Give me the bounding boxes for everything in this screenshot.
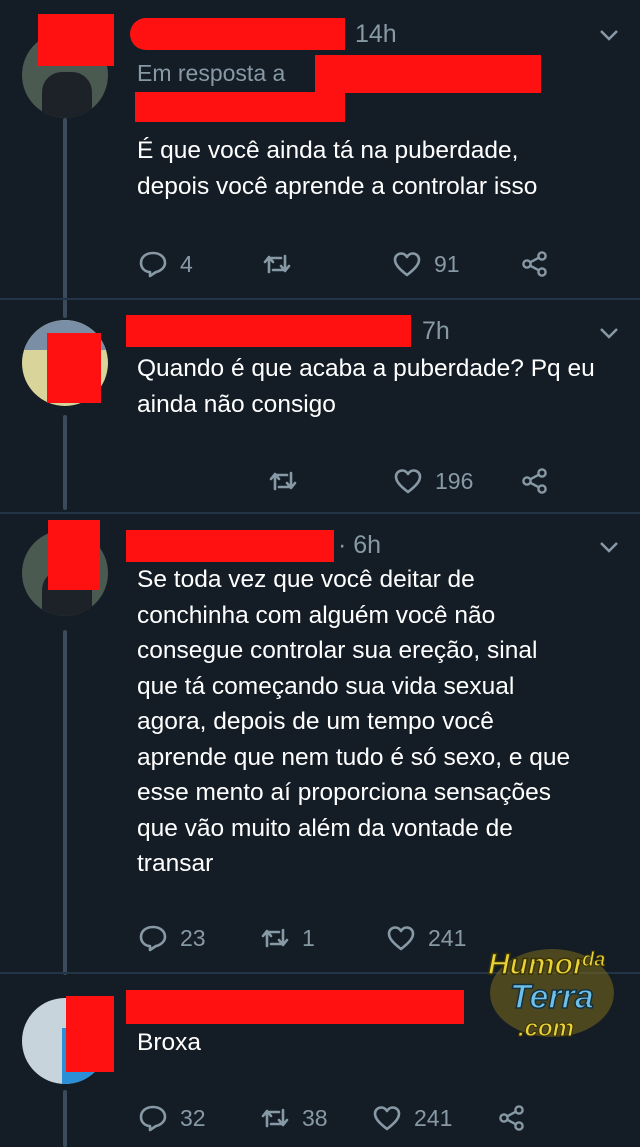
redacted-avatar-block (47, 333, 101, 403)
tweet-2[interactable]: 7h Quando é que acaba a puberdade? Pq eu… (0, 300, 640, 512)
redacted-avatar-block (48, 520, 100, 590)
reply-to-label: Em resposta a (137, 60, 286, 86)
reply-icon (139, 1105, 167, 1132)
like-count: 91 (434, 250, 460, 277)
share-button[interactable] (520, 461, 550, 501)
chevron-down-icon[interactable] (598, 322, 620, 344)
like-button[interactable]: 241 (372, 1098, 452, 1138)
chevron-down-icon[interactable] (598, 24, 620, 46)
reply-count: 4 (180, 250, 193, 277)
redacted-reply-handle-2[interactable] (135, 92, 345, 122)
reply-count: 32 (180, 1104, 206, 1131)
retweet-icon (263, 254, 291, 274)
logo-line3: .com (518, 1015, 574, 1042)
like-button[interactable]: 241 (386, 918, 466, 958)
redacted-avatar-block (66, 996, 114, 1072)
share-icon (499, 1105, 524, 1131)
tweet-time: · 6h (338, 531, 382, 559)
tweet-actions: 32 38 241 (0, 1098, 640, 1138)
retweet-button[interactable] (268, 461, 298, 501)
heart-icon (387, 926, 415, 951)
retweet-button[interactable]: 1 (260, 918, 315, 958)
reply-button[interactable]: 4 (138, 244, 193, 284)
redacted-username (130, 18, 345, 50)
retweet-icon (261, 1108, 289, 1128)
reply-icon (139, 251, 167, 278)
tweet-time: 7h (422, 317, 450, 345)
retweet-count: 38 (302, 1104, 328, 1131)
redacted-username (126, 990, 464, 1024)
retweet-button[interactable] (262, 244, 292, 284)
heart-icon (393, 252, 421, 277)
humor-da-terra-logo: Humor da Terra .com (487, 947, 614, 1043)
redacted-reply-handle[interactable] (315, 55, 541, 93)
retweet-icon (269, 471, 297, 491)
redacted-avatar-block (38, 14, 114, 66)
reply-button[interactable]: 23 (138, 918, 206, 958)
chevron-down-icon[interactable] (598, 536, 620, 558)
share-icon (522, 251, 547, 277)
logo-line2: Terra (510, 978, 594, 1016)
reply-count: 23 (180, 924, 206, 951)
share-icon (522, 468, 547, 494)
logo-line1: Humor (488, 948, 587, 981)
tweet-actions: 196 (0, 461, 640, 501)
tweet-1[interactable]: 14h Em resposta a É que você ainda tá na… (0, 0, 640, 300)
like-count: 241 (414, 1104, 453, 1131)
tweet-text: Quando é que acaba a puberdade? Pq eu ai… (137, 355, 595, 418)
reply-icon (139, 925, 167, 952)
heart-icon (394, 469, 422, 494)
like-button[interactable]: 196 (393, 461, 473, 501)
logo-da: da (582, 949, 605, 971)
redacted-username (126, 530, 334, 562)
share-button[interactable] (497, 1098, 527, 1138)
redacted-username (126, 315, 411, 347)
tweet-text: Se toda vez que você deitar de conchinha… (137, 566, 571, 877)
tweet-text: É que você ainda tá na puberdade, depois… (137, 137, 538, 200)
heart-icon (373, 1106, 401, 1131)
reply-button[interactable]: 32 (138, 1098, 206, 1138)
retweet-button[interactable]: 38 (260, 1098, 328, 1138)
tweet-time: 14h (355, 20, 397, 48)
tweet-3[interactable]: · 6h Se toda vez que você deitar de conc… (0, 514, 640, 972)
share-button[interactable] (520, 244, 550, 284)
like-count: 196 (435, 467, 474, 494)
like-count: 241 (428, 924, 467, 951)
tweet-actions: 4 91 (0, 244, 640, 284)
retweet-count: 1 (302, 924, 315, 951)
retweet-icon (261, 928, 289, 948)
like-button[interactable]: 91 (392, 244, 460, 284)
